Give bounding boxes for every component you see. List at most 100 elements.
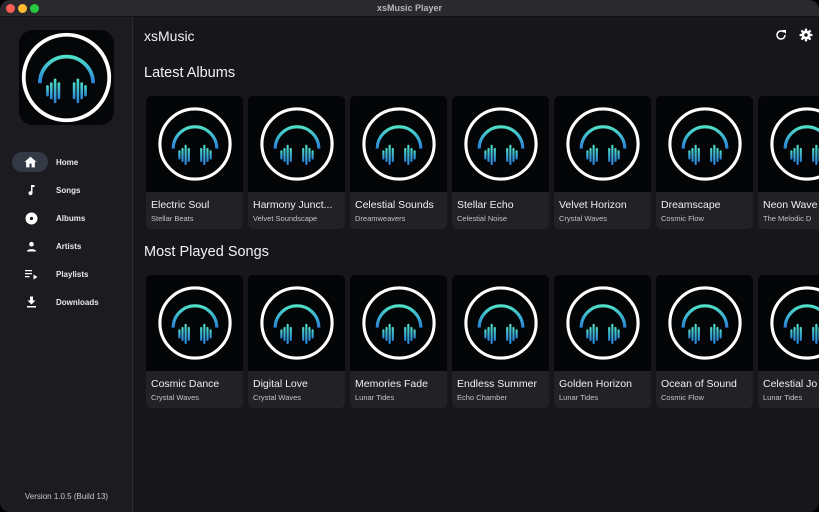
cover-art <box>656 275 753 371</box>
sidebar-item-downloads[interactable]: Downloads <box>12 288 124 316</box>
album-card[interactable]: Neon Wave The Melodic D <box>758 96 819 229</box>
refresh-button[interactable] <box>774 28 788 42</box>
song-card[interactable]: Digital Love Crystal Waves <box>248 275 345 408</box>
sidebar: Home Songs Albums Artists Playlists Down… <box>0 17 133 512</box>
cover-art <box>350 275 447 371</box>
cover-art <box>452 96 549 192</box>
song-card[interactable]: Ocean of Sound Cosmic Flow <box>656 275 753 408</box>
album-card[interactable]: Harmony Junct... Velvet Soundscape <box>248 96 345 229</box>
gear-icon <box>799 28 813 42</box>
album-artist: Crystal Waves <box>559 214 608 223</box>
cover-art <box>452 275 549 371</box>
song-card[interactable]: Endless Summer Echo Chamber <box>452 275 549 408</box>
album-card[interactable]: Stellar Echo Celestial Noise <box>452 96 549 229</box>
headphones-logo-icon <box>565 107 640 181</box>
sidebar-item-albums[interactable]: Albums <box>12 204 124 232</box>
song-artist: Lunar Tides <box>559 393 599 402</box>
song-artist: Cosmic Flow <box>661 393 704 402</box>
song-title: Memories Fade <box>355 378 428 390</box>
album-card[interactable]: Velvet Horizon Crystal Waves <box>554 96 651 229</box>
headphones-logo-icon <box>463 286 538 360</box>
song-card[interactable]: Cosmic Dance Crystal Waves <box>146 275 243 408</box>
headphones-logo-icon <box>667 286 742 360</box>
sidebar-item-label: Artists <box>56 241 82 251</box>
album-artist: Stellar Beats <box>151 214 194 223</box>
song-title: Ocean of Sound <box>661 378 737 390</box>
cover-art <box>656 96 753 192</box>
album-icon <box>24 211 38 225</box>
window-title: xsMusic Player <box>376 3 443 13</box>
cover-art <box>554 275 651 371</box>
song-title: Celestial Jo <box>763 378 818 390</box>
album-card[interactable]: Dreamscape Cosmic Flow <box>656 96 753 229</box>
song-artist: Crystal Waves <box>151 393 200 402</box>
cover-art <box>758 275 819 371</box>
headphones-logo-icon <box>667 107 742 181</box>
sidebar-item-artists[interactable]: Artists <box>12 232 124 260</box>
album-title: Dreamscape <box>661 199 721 211</box>
album-artist: Velvet Soundscape <box>253 214 318 223</box>
headphones-logo-icon <box>259 107 334 181</box>
song-title: Digital Love <box>253 378 308 390</box>
cover-art <box>758 96 819 192</box>
song-artist: Lunar Tides <box>763 393 803 402</box>
title-bar: xsMusic Player <box>0 0 819 17</box>
latest-albums-row: Electric Soul Stellar Beats Harmony Junct.… <box>146 96 819 229</box>
song-card[interactable]: Celestial Jo Lunar Tides <box>758 275 819 408</box>
sidebar-item-home[interactable]: Home <box>12 152 78 172</box>
app-window: xsMusic Player Home Songs Albums Artists… <box>0 0 819 512</box>
sidebar-item-songs[interactable]: Songs <box>12 176 124 204</box>
album-title: Celestial Sounds <box>355 199 434 211</box>
album-card[interactable]: Electric Soul Stellar Beats <box>146 96 243 229</box>
album-card[interactable]: Celestial Sounds Dreamweavers <box>350 96 447 229</box>
sidebar-item-label: Playlists <box>56 269 89 279</box>
song-card[interactable]: Memories Fade Lunar Tides <box>350 275 447 408</box>
sidebar-item-label: Downloads <box>56 297 99 307</box>
settings-button[interactable] <box>799 28 813 42</box>
headphones-logo-icon <box>361 286 436 360</box>
main-content: xsMusic Latest Albums Electric Soul Stel… <box>134 17 819 512</box>
page-title: xsMusic <box>144 28 195 44</box>
album-artist: Dreamweavers <box>355 214 406 223</box>
home-icon <box>23 155 37 169</box>
cover-art <box>248 275 345 371</box>
album-title: Neon Wave <box>763 199 818 211</box>
sidebar-item-playlists[interactable]: Playlists <box>12 260 124 288</box>
headphones-logo-icon <box>463 107 538 181</box>
version-label: Version 1.0.5 (Build 13) <box>24 492 109 501</box>
section-title-most-played: Most Played Songs <box>144 244 269 260</box>
headphones-logo-icon <box>769 107 819 181</box>
headphones-logo-icon <box>259 286 334 360</box>
headphones-logo-icon <box>21 32 112 123</box>
song-artist: Lunar Tides <box>355 393 395 402</box>
album-artist: Celestial Noise <box>457 214 508 223</box>
headphones-logo-icon <box>769 286 819 360</box>
playlist-icon <box>24 267 38 281</box>
most-played-row: Cosmic Dance Crystal Waves Digital Love Cry… <box>146 275 819 408</box>
song-title: Cosmic Dance <box>151 378 220 390</box>
sidebar-item-label: Home <box>56 157 79 167</box>
headphones-logo-icon <box>157 107 232 181</box>
headphones-logo-icon <box>361 107 436 181</box>
song-title: Endless Summer <box>457 378 537 390</box>
cover-art <box>146 275 243 371</box>
cover-art <box>146 96 243 192</box>
section-title-latest-albums: Latest Albums <box>144 65 236 81</box>
headphones-logo-icon <box>565 286 640 360</box>
app-logo <box>19 30 114 125</box>
album-artist: Cosmic Flow <box>661 214 704 223</box>
song-title: Golden Horizon <box>559 378 632 390</box>
album-title: Harmony Junct... <box>253 199 333 211</box>
song-card[interactable]: Golden Horizon Lunar Tides <box>554 275 651 408</box>
sidebar-nav: Home Songs Albums Artists Playlists Down… <box>12 148 124 316</box>
song-artist: Echo Chamber <box>457 393 508 402</box>
album-artist: The Melodic D <box>763 214 812 223</box>
headphones-logo-icon <box>157 286 232 360</box>
download-icon <box>24 295 38 309</box>
sidebar-item-label: Albums <box>56 213 86 223</box>
cover-art <box>554 96 651 192</box>
cover-art <box>350 96 447 192</box>
album-title: Velvet Horizon <box>559 199 627 211</box>
song-artist: Crystal Waves <box>253 393 302 402</box>
album-title: Electric Soul <box>151 199 210 211</box>
